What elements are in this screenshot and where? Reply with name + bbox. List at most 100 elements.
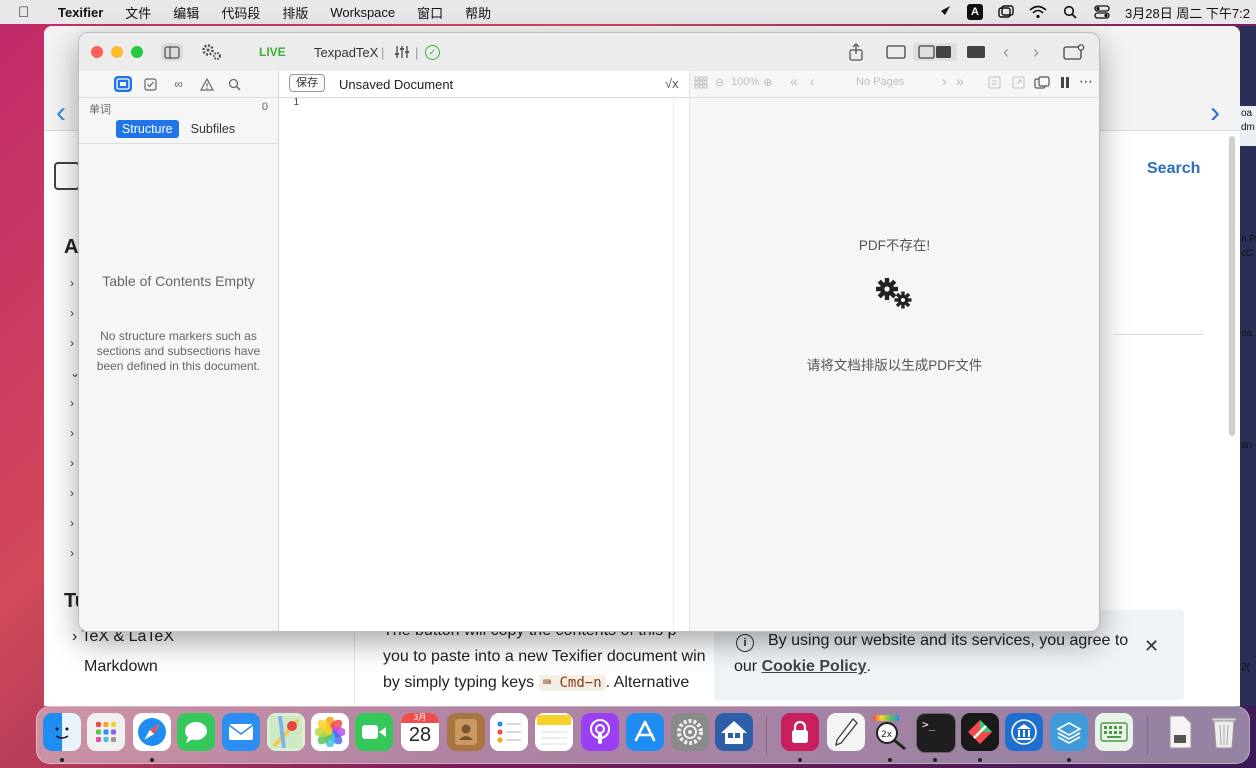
messages-icon[interactable] [177,713,215,751]
input-method-icon[interactable]: A [967,4,983,20]
chevron-right-icon[interactable]: › [70,426,74,440]
nav-item-markdown[interactable]: Markdown [84,658,158,676]
facetime-icon[interactable] [355,713,393,751]
menu-snippets[interactable]: 代码段 [221,3,260,22]
close-icon[interactable]: ✕ [1144,636,1159,657]
duplicate-window-icon[interactable] [1034,76,1050,92]
contacts-icon[interactable] [447,713,485,751]
chevron-right-icon[interactable]: › [70,516,74,530]
trash-icon[interactable] [1205,713,1243,751]
warning-icon[interactable] [198,76,216,92]
menu-app-name[interactable]: Texifier [58,5,103,20]
chevron-right-icon[interactable]: › [70,546,74,560]
checkbox-icon[interactable] [142,76,160,92]
chevron-right-icon[interactable]: › [70,336,74,350]
notes-icon[interactable] [535,713,573,751]
pen-app-icon[interactable] [827,713,865,751]
menu-typeset[interactable]: 排版 [282,3,308,22]
menubar-clock[interactable]: 3月28日 周二 下午7:2 [1125,3,1250,22]
lock-app-icon[interactable] [781,713,819,751]
layers-app-icon[interactable] [1050,713,1088,751]
calendar-day: 28 [408,724,432,746]
chevron-right-icon[interactable]: › [70,276,74,290]
photos-icon[interactable] [311,713,349,751]
engine-settings-button[interactable] [391,33,413,71]
more-options-icon[interactable]: ⋯ [1079,73,1093,90]
menu-workspace[interactable]: Workspace [330,5,395,20]
link-icon[interactable]: ∞ [170,76,188,92]
app-store-icon[interactable] [626,713,664,751]
outline-icon[interactable] [113,76,132,92]
launchpad-icon[interactable] [87,713,125,751]
typeset-status[interactable]: ✓ [425,33,440,71]
control-center-icon[interactable] [1093,4,1111,20]
spotlight-search-icon[interactable] [1061,4,1079,20]
back-chevron-icon[interactable]: ‹ [1003,33,1009,71]
menu-file[interactable]: 文件 [125,3,151,22]
pen-nib-icon[interactable] [935,4,953,20]
terminal-icon[interactable]: >_ [916,713,956,753]
settings-button[interactable] [201,33,223,71]
tab-structure[interactable]: Structure [115,120,179,138]
zoom-window-button[interactable] [131,46,143,58]
chevron-right-icon[interactable]: › [70,486,74,500]
reminders-icon[interactable] [490,713,528,751]
chevron-right-icon[interactable]: › [70,306,74,320]
zoom-out-icon[interactable]: ⊖ [715,76,724,89]
document-stack-icon[interactable] [1161,713,1199,751]
keyboard-app-icon[interactable] [1095,713,1133,751]
search-link[interactable]: Search [1147,160,1200,178]
wifi-icon[interactable] [1029,4,1047,20]
mail-icon[interactable] [222,713,260,751]
next-page-icon[interactable]: › [942,73,947,89]
window-overlay-icon[interactable] [997,4,1015,20]
new-window-button[interactable] [1063,33,1085,71]
last-page-icon[interactable]: » [956,73,964,89]
external-open-icon[interactable] [1012,76,1025,92]
podcasts-icon[interactable] [581,713,619,751]
apple-icon[interactable]:  [18,4,36,21]
browser-forward-chevron-icon[interactable]: › [1210,96,1220,130]
first-page-icon[interactable]: « [790,73,798,89]
system-preferences-icon[interactable] [671,713,709,751]
finder-icon[interactable] [43,713,81,751]
math-symbols-button[interactable]: √x [665,76,679,91]
tab-subfiles[interactable]: Subfiles [185,120,241,138]
sync-icon[interactable] [988,76,1001,92]
share-button[interactable] [845,33,867,71]
browser-scrollbar[interactable] [1229,136,1235,436]
menu-edit[interactable]: 编辑 [173,3,199,22]
menu-help[interactable]: 帮助 [465,3,491,22]
home-icon[interactable] [715,713,753,751]
running-indicator [933,758,937,762]
layout-pdf-only-button[interactable] [965,33,987,71]
texifier-dock-icon[interactable] [961,713,999,751]
chevron-right-icon[interactable]: › [70,396,74,410]
previous-page-icon[interactable]: ‹ [810,73,815,89]
grid-icon[interactable] [694,76,708,92]
chevron-right-icon[interactable]: › [70,456,74,470]
close-window-button[interactable] [91,46,103,58]
pause-icon[interactable] [1060,76,1070,92]
zoom-in-icon[interactable]: ⊕ [763,76,772,89]
search-icon[interactable] [226,76,244,92]
save-button[interactable]: 保存 [289,74,325,92]
museum-app-icon[interactable] [1005,713,1043,751]
cookie-policy-link[interactable]: Cookie Policy [762,658,867,675]
source-editor[interactable]: 保存 Unsaved Document √x 1 [279,71,690,631]
menu-window[interactable]: 窗口 [417,3,443,22]
line-number: 1 [293,97,299,108]
sidebar-toggle-button[interactable] [161,33,183,71]
engine-selector[interactable]: TexpadTeX [314,33,378,71]
maps-icon[interactable] [267,713,305,751]
minimize-window-button[interactable] [111,46,123,58]
running-indicator [888,758,892,762]
calendar-icon[interactable]: 3月 28 [401,713,439,751]
layout-editor-only-button[interactable] [885,33,907,71]
layout-split-button[interactable] [913,33,957,71]
magnifier-app-icon[interactable]: 2x [871,713,909,751]
safari-icon[interactable] [133,713,171,751]
live-toggle[interactable]: LIVE [259,33,286,71]
forward-chevron-icon[interactable]: › [1033,33,1039,71]
browser-back-chevron-icon[interactable]: ‹ [56,96,66,130]
